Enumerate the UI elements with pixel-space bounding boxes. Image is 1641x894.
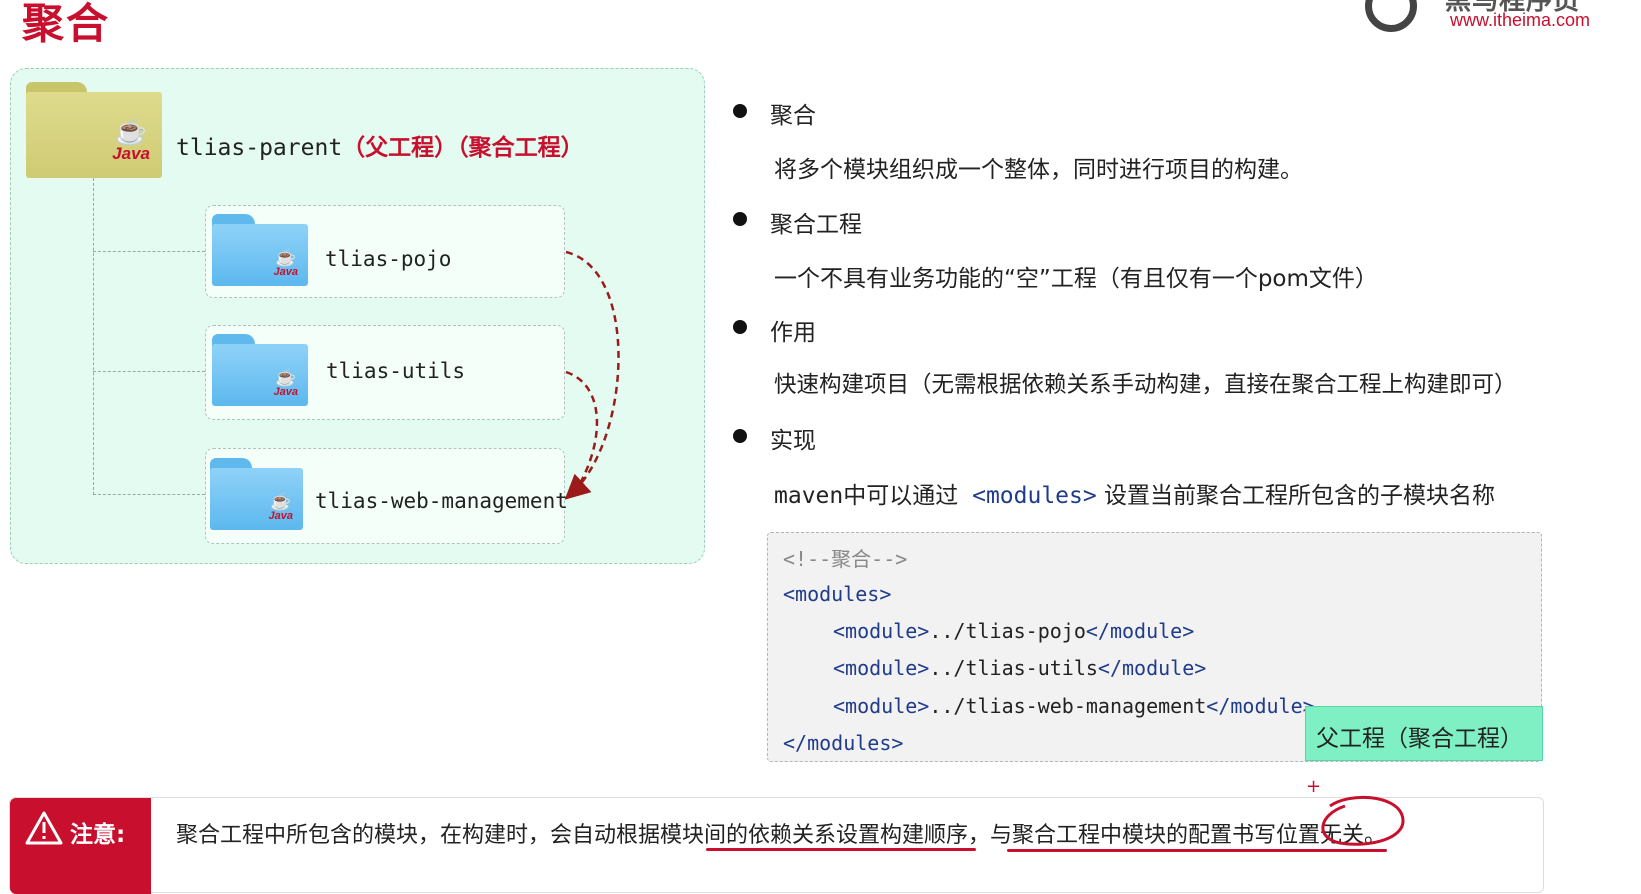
annotation-circle-scribble — [1321, 795, 1405, 846]
